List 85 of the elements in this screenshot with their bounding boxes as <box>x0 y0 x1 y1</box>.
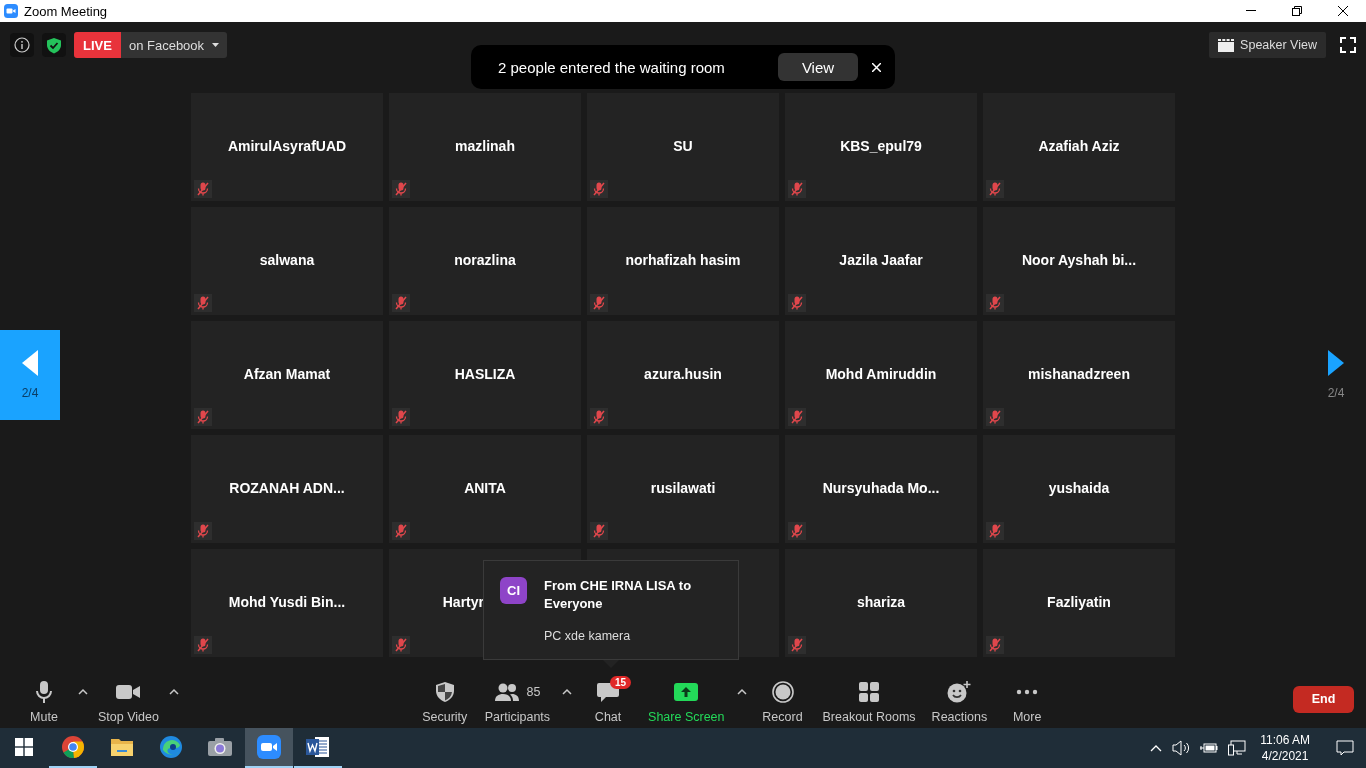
participant-name: azura.husin <box>644 366 722 382</box>
participant-name: norhafizah hasim <box>625 252 741 268</box>
caret-icon[interactable] <box>78 688 88 695</box>
info-button[interactable] <box>10 33 34 57</box>
participant-name: yushaida <box>1048 480 1110 496</box>
participant-name: Jazila Jaafar <box>839 252 923 268</box>
participant-name: rusilawati <box>650 480 716 496</box>
caret-icon[interactable] <box>562 688 573 695</box>
clock[interactable]: 11:06 AM 4/2/2021 <box>1256 732 1314 764</box>
security-button[interactable]: Security <box>416 674 473 724</box>
share-button[interactable]: Share Screen <box>644 674 729 724</box>
dropdown-caret-icon <box>212 43 220 47</box>
participant-name: ROZANAH ADN... <box>229 480 345 496</box>
unread-count-badge: 15 <box>610 676 632 689</box>
video-camera-icon <box>115 683 142 701</box>
close-icon <box>1338 6 1348 16</box>
mic-button[interactable]: Mute <box>16 674 72 724</box>
caret-icon[interactable] <box>736 688 747 695</box>
participant-name: AmirulAsyrafUAD <box>227 138 347 154</box>
live-destination-dropdown[interactable]: on Facebook <box>120 32 228 58</box>
participant-name: ANITA <box>464 480 506 496</box>
close-icon[interactable] <box>872 62 881 72</box>
participant-name: SU <box>673 138 693 154</box>
speaker-view-button[interactable]: Speaker View <box>1209 32 1326 58</box>
chat-notification[interactable]: CI From CHE IRNA LISA to Everyone PC xde kamera <box>483 560 739 660</box>
next-page-button[interactable]: 2/4 <box>1306 330 1366 420</box>
shield-icon <box>434 681 455 703</box>
participant-name: norazlina <box>454 252 516 268</box>
participant-name: Nursyuhada Mo... <box>822 480 940 496</box>
left-triangle-icon <box>22 350 38 376</box>
previous-page-button[interactable]: 2/4 <box>0 330 60 420</box>
live-badge: LIVE <box>74 32 121 58</box>
participant-name: KBS_epul79 <box>840 138 922 154</box>
browser-icon <box>61 735 85 759</box>
microphone-icon <box>33 680 55 704</box>
participant-name: shariza <box>856 594 906 610</box>
chat-message: PC xde kamera <box>544 629 632 643</box>
participant-name: Hartyr <box>442 594 484 610</box>
caret-icon[interactable] <box>168 688 179 695</box>
participant-name: Mohd Amiruddin <box>825 366 937 382</box>
window-title: Zoom Meeting <box>24 3 108 19</box>
network-icon[interactable] <box>1228 740 1247 756</box>
people-icon <box>494 682 521 702</box>
participant-name: Mohd Yusdi Bin... <box>228 594 346 610</box>
participant-name: Fazliyatin <box>1047 594 1111 610</box>
view-button[interactable]: View <box>778 53 858 81</box>
grid-squares-icon <box>859 682 880 702</box>
end-meeting-button[interactable]: End <box>1293 685 1354 713</box>
app-logo-icon <box>4 4 18 18</box>
camera-icon <box>207 737 233 757</box>
record-button[interactable]: Record <box>754 674 811 724</box>
smiley-plus-icon <box>947 681 972 703</box>
chat-sender: From CHE IRNA LISA to Everyone <box>544 577 693 613</box>
restore-icon <box>1292 6 1302 16</box>
more-dots-icon <box>1016 689 1039 695</box>
speaker-view-icon <box>1218 38 1235 52</box>
video-button[interactable]: Stop Video <box>94 674 163 724</box>
participant-name: Afzan Mamat <box>243 366 331 382</box>
folder-icon <box>110 737 134 757</box>
right-triangle-icon <box>1328 350 1344 376</box>
participant-name: Azafiah Aziz <box>1038 138 1120 154</box>
encryption-shield-icon <box>42 33 66 57</box>
windows-logo-icon <box>15 738 33 756</box>
taskbar-app[interactable] <box>245 728 293 768</box>
participants-button[interactable]: 85 Participants <box>480 674 555 724</box>
record-icon <box>771 681 794 703</box>
fullscreen-button[interactable] <box>1340 37 1356 53</box>
reactions-button[interactable]: Reactions <box>927 674 992 724</box>
participant-name: mishanadzreen <box>1028 366 1130 382</box>
avatar: CI <box>500 577 527 604</box>
participant-name: HASLIZA <box>454 366 516 382</box>
edge-browser-icon <box>159 735 183 759</box>
more-button[interactable]: More <box>999 674 1056 724</box>
participant-name: salwana <box>259 252 315 268</box>
banner-message: 2 people entered the waiting room <box>498 58 725 76</box>
participant-name: Noor Ayshah bi... <box>1021 252 1137 268</box>
document-app-icon <box>306 736 330 758</box>
participant-name: mazlinah <box>455 138 515 154</box>
speaker-icon[interactable] <box>1172 740 1191 756</box>
video-app-icon <box>257 735 281 759</box>
minimize-icon <box>1246 10 1256 12</box>
chat-button[interactable]: Chat 15 <box>580 674 637 724</box>
notifications-icon[interactable] <box>1336 740 1354 756</box>
breakout-button[interactable]: Breakout Rooms <box>818 674 920 724</box>
battery-icon[interactable] <box>1200 742 1219 754</box>
